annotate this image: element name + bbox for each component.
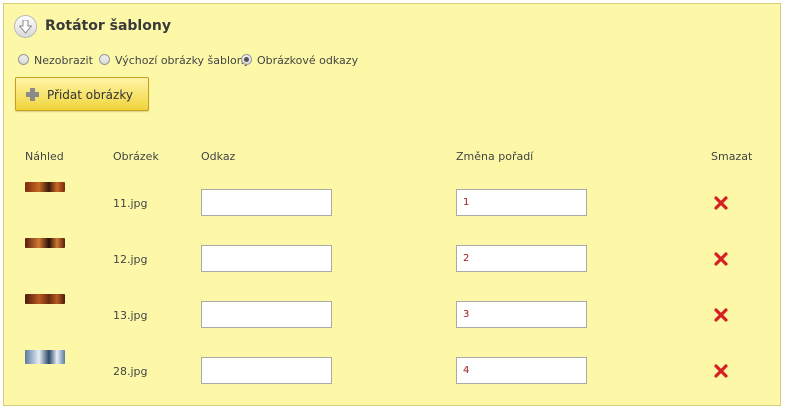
order-input[interactable] <box>456 301 587 328</box>
link-input[interactable] <box>201 245 332 272</box>
thumbnail-image <box>25 182 65 192</box>
delete-icon[interactable] <box>714 308 728 322</box>
column-header-order: Změna pořadí <box>456 150 534 163</box>
link-input[interactable] <box>201 189 332 216</box>
radio-circle[interactable] <box>18 54 29 65</box>
radio-vychozi-obrazky[interactable]: Výchozí obrázky šablony <box>99 54 250 67</box>
rotator-panel: Rotátor šablony Nezobrazit Výchozí obráz… <box>3 3 781 406</box>
table-row: 28.jpg <box>4 348 780 388</box>
radio-circle[interactable] <box>99 54 110 65</box>
link-input[interactable] <box>201 357 332 384</box>
delete-icon[interactable] <box>714 364 728 378</box>
thumbnail-image <box>25 238 65 248</box>
table-row: 11.jpg <box>4 180 780 220</box>
image-filename: 13.jpg <box>113 309 148 322</box>
add-images-label: Přidat obrázky <box>47 88 133 102</box>
column-header-link: Odkaz <box>201 150 236 163</box>
image-filename: 12.jpg <box>113 253 148 266</box>
table-row: 13.jpg <box>4 292 780 332</box>
plus-icon <box>26 88 39 101</box>
column-header-preview: Náhled <box>25 150 64 163</box>
order-input[interactable] <box>456 245 587 272</box>
table-row: 12.jpg <box>4 236 780 276</box>
radio-obrazkove-odkazy[interactable]: Obrázkové odkazy <box>241 54 358 67</box>
order-input[interactable] <box>456 189 587 216</box>
add-images-button[interactable]: Přidat obrázky <box>15 77 149 111</box>
delete-icon[interactable] <box>714 252 728 266</box>
arrow-down-icon <box>19 20 32 34</box>
radio-label: Výchozí obrázky šablony <box>115 54 251 67</box>
section-title: Rotátor šablony <box>45 18 171 34</box>
radio-circle-checked[interactable] <box>241 54 252 65</box>
order-input[interactable] <box>456 357 587 384</box>
link-input[interactable] <box>201 301 332 328</box>
thumbnail-image <box>25 350 65 364</box>
collapse-toggle-button[interactable] <box>14 15 37 38</box>
image-filename: 11.jpg <box>113 197 148 210</box>
thumbnail-image <box>25 294 65 304</box>
column-header-image: Obrázek <box>113 150 159 163</box>
column-header-delete: Smazat <box>711 150 753 163</box>
radio-label: Nezobrazit <box>34 54 93 67</box>
delete-icon[interactable] <box>714 196 728 210</box>
image-filename: 28.jpg <box>113 365 148 378</box>
radio-nezobrazit[interactable]: Nezobrazit <box>18 54 93 67</box>
radio-label: Obrázkové odkazy <box>257 54 359 67</box>
